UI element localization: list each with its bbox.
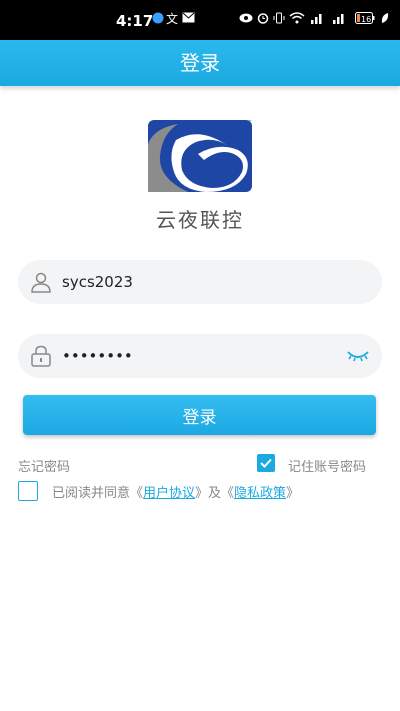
vibrate-icon [273,12,285,27]
username-input[interactable] [62,260,352,304]
agree-checkbox[interactable] [18,481,38,501]
translate-icon: 文 [166,12,179,26]
password-field [18,334,382,378]
user-agreement-link[interactable]: 用户协议 [143,486,195,501]
signal-icon [309,12,325,27]
mail-icon [182,12,195,26]
status-bar: 4:17 文 16 [0,0,400,40]
logo-text: 云夜联控 [156,208,244,232]
app-header: 登录 [0,40,400,86]
app-logo [148,120,252,192]
battery-level: 16 [361,15,372,24]
signal-icon [331,12,347,27]
page-title: 登录 [180,51,220,75]
lock-icon [30,345,52,367]
agree-prefix: 已阅读并同意《 [52,486,144,501]
password-input[interactable] [62,334,352,378]
status-time: 4:17 [116,12,154,30]
notification-icon [152,12,164,27]
alarm-icon [257,12,269,27]
eye-icon [239,12,253,26]
username-field [18,260,382,304]
wifi-icon [289,12,305,27]
remember-label: 记住账号密码 [288,460,367,475]
agree-suffix: 》 [286,486,300,501]
eye-closed-icon[interactable] [346,348,370,364]
user-icon [30,271,52,293]
agreement-text: 已阅读并同意《用户协议》及《隐私政策》 [52,482,299,501]
login-button[interactable]: 登录 [23,395,376,435]
remember-checkbox[interactable] [257,454,275,472]
privacy-policy-link[interactable]: 隐私政策 [234,486,286,501]
agree-middle: 》及《 [195,486,235,501]
forgot-password-link[interactable]: 忘记密码 [18,456,70,475]
leaf-icon [380,12,390,27]
